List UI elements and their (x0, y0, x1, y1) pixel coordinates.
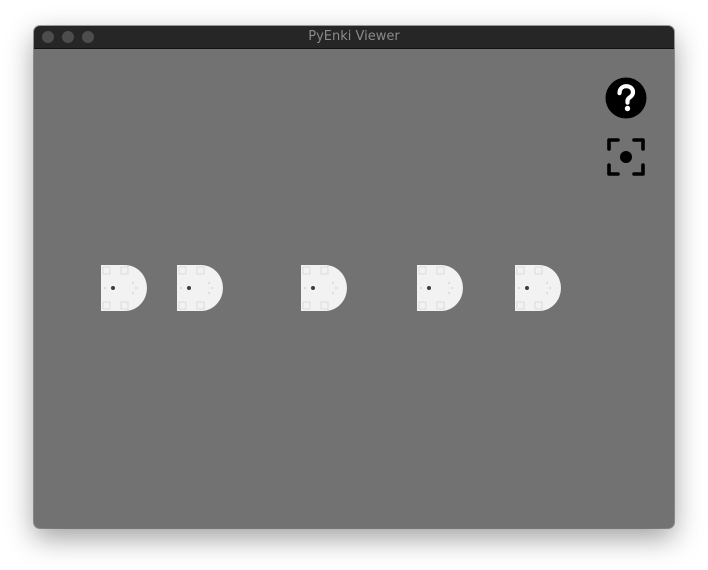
help-button[interactable] (605, 77, 647, 119)
window-title: PyEnki Viewer (308, 29, 400, 44)
robot (515, 265, 561, 311)
robot (417, 265, 463, 311)
title-bar[interactable]: PyEnki Viewer (34, 26, 674, 49)
app-window: PyEnki Viewer (34, 26, 674, 528)
question-circle-icon (605, 77, 647, 119)
focus-button[interactable] (606, 137, 646, 177)
focus-center-icon (607, 138, 645, 176)
robot (301, 265, 347, 311)
robot (101, 265, 147, 311)
robot (177, 265, 223, 311)
simulation-viewport[interactable] (34, 49, 674, 528)
